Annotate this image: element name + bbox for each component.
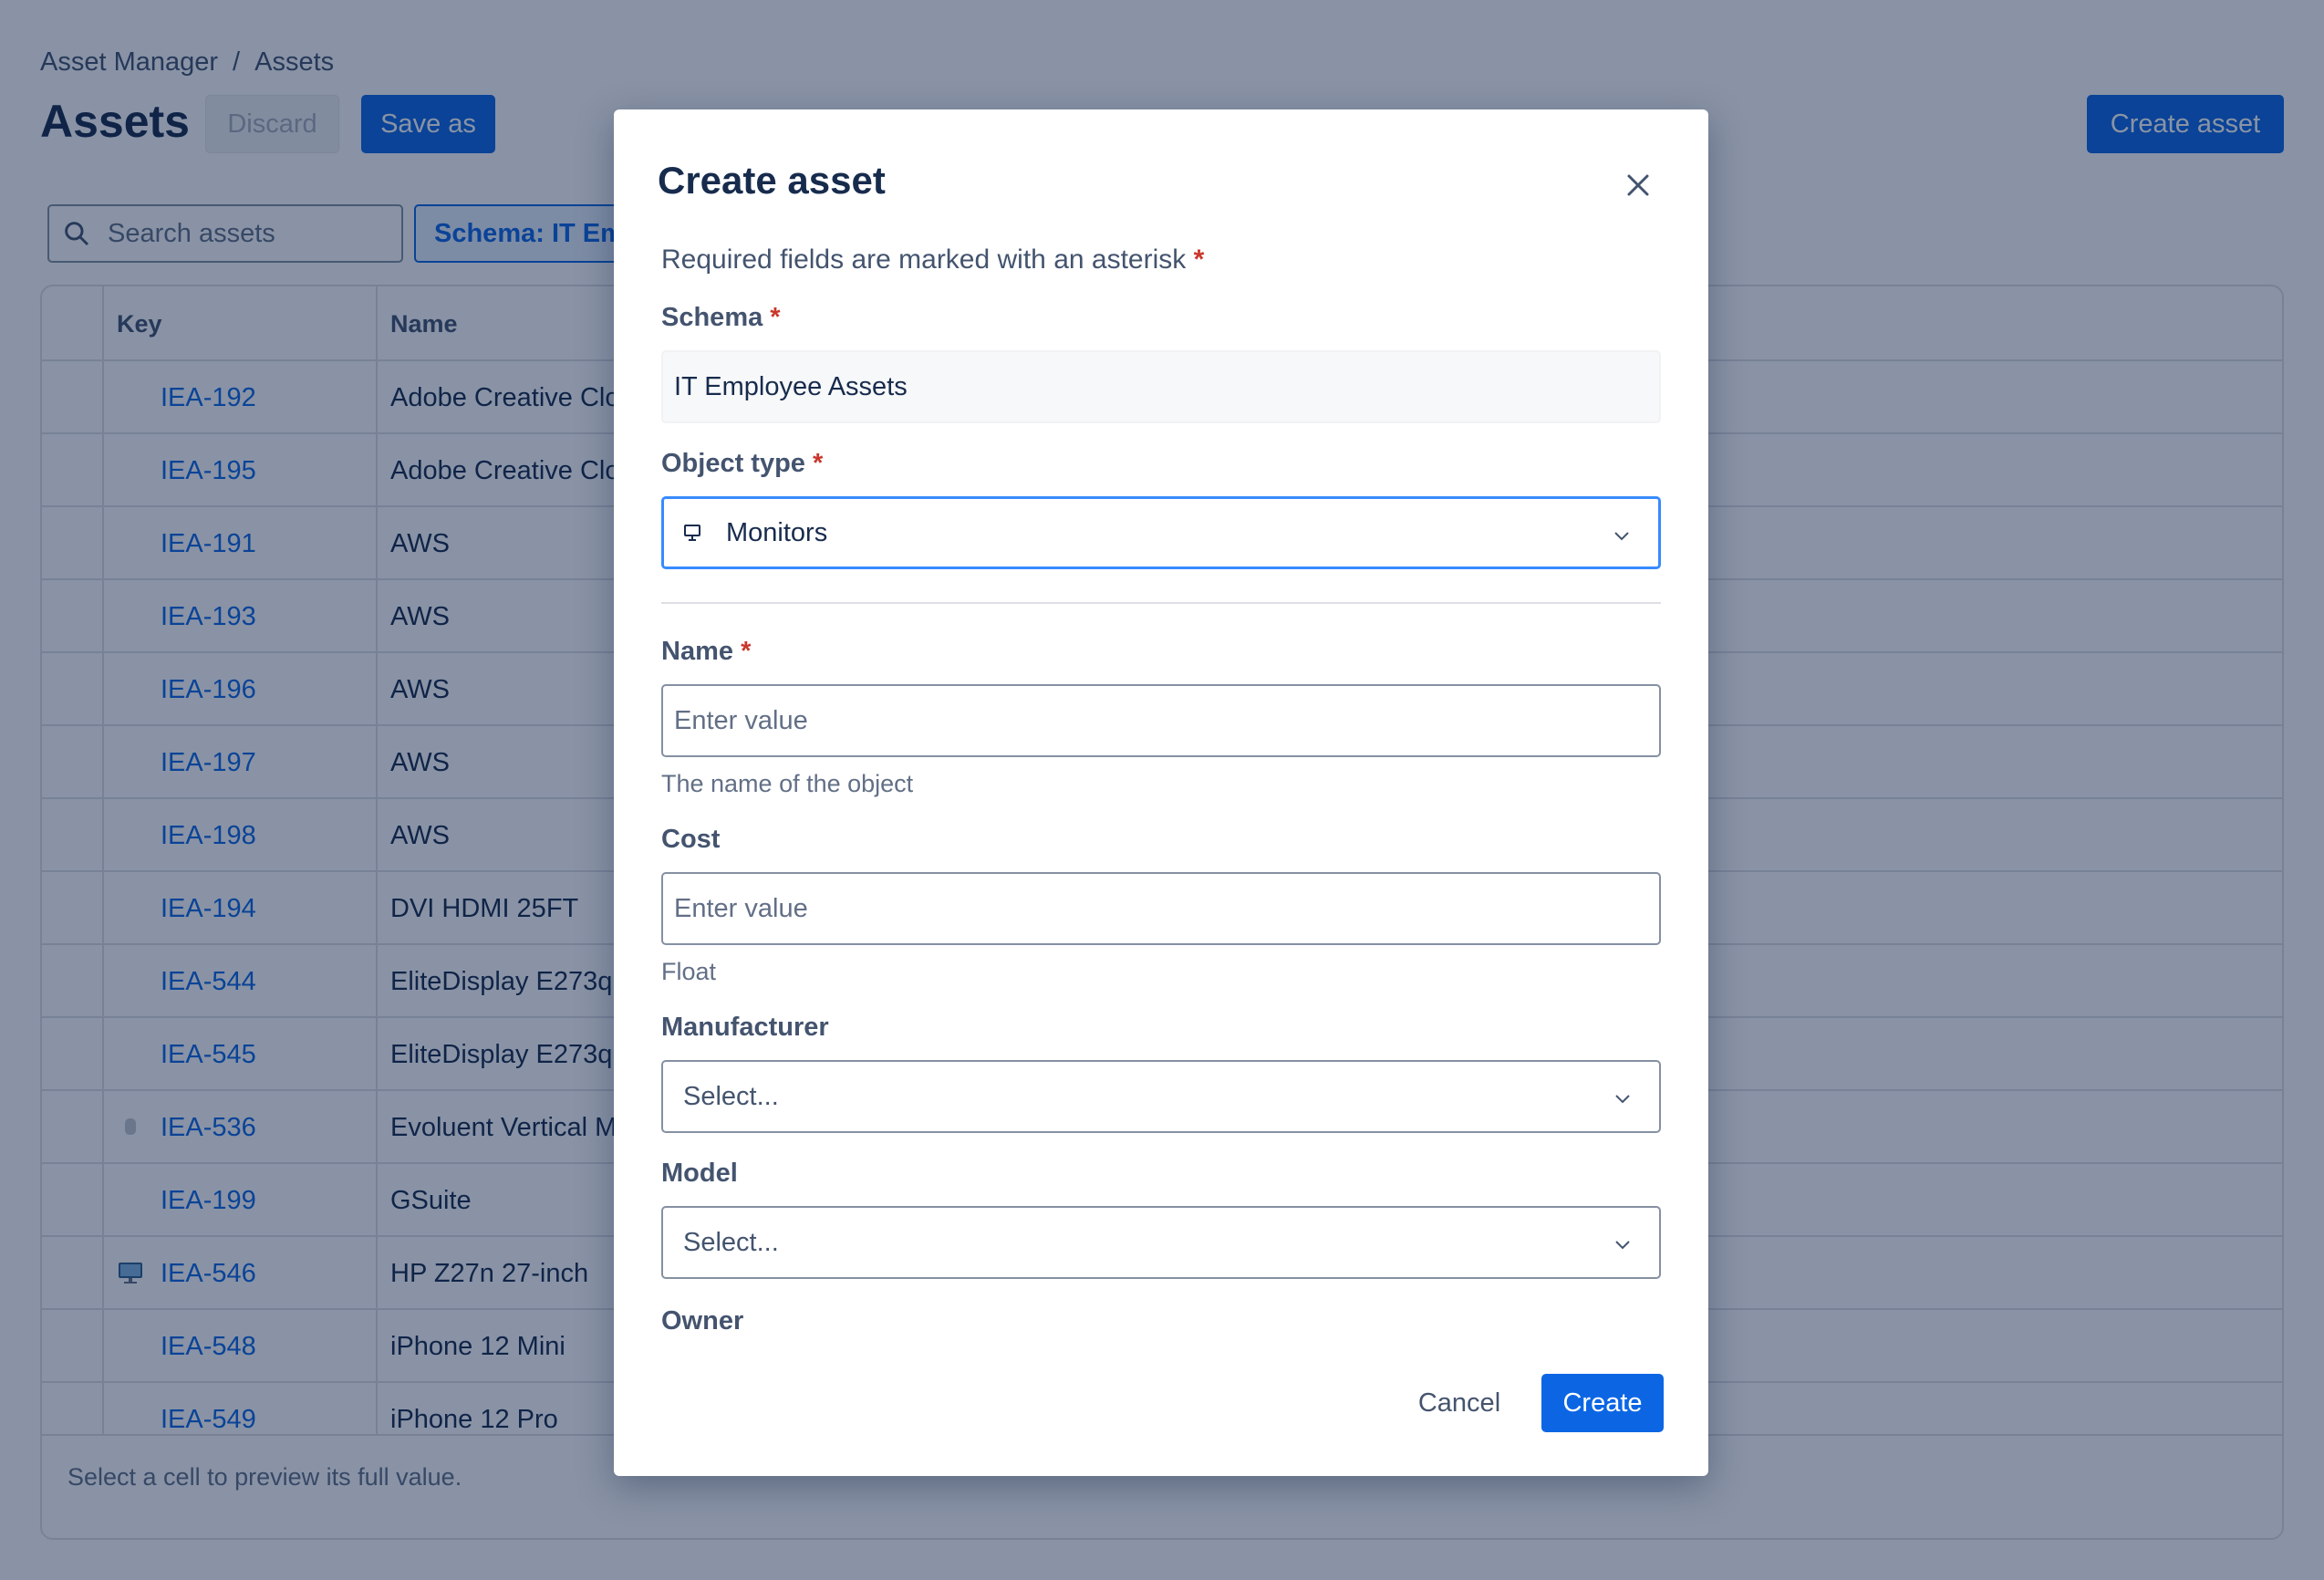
required-asterisk: * xyxy=(741,637,752,666)
schema-label-text: Schema xyxy=(661,303,763,332)
close-icon xyxy=(1627,174,1649,196)
asset-manager-app: Asset Manager / Assets Assets Discard Sa… xyxy=(0,0,2324,1580)
name-label: Name * xyxy=(661,637,751,667)
cancel-button[interactable]: Cancel xyxy=(1400,1374,1519,1432)
model-label: Model xyxy=(661,1159,738,1188)
name-label-text: Name xyxy=(661,637,733,666)
section-divider xyxy=(661,602,1661,604)
object-type-label: Object type * xyxy=(661,449,823,479)
chevron-down-icon xyxy=(1615,1241,1630,1250)
create-button[interactable]: Create xyxy=(1541,1374,1664,1432)
schema-label: Schema * xyxy=(661,303,781,333)
required-asterisk: * xyxy=(770,303,781,332)
chevron-down-icon xyxy=(1614,532,1629,541)
schema-field: IT Employee Assets xyxy=(661,350,1661,423)
model-select[interactable]: Select... xyxy=(661,1206,1661,1279)
create-asset-dialog: Create asset Required fields are marked … xyxy=(614,109,1708,1476)
cost-label: Cost xyxy=(661,825,721,854)
owner-label: Owner xyxy=(661,1306,744,1336)
model-placeholder: Select... xyxy=(683,1227,779,1257)
monitor-icon xyxy=(684,525,700,541)
object-type-select[interactable]: Monitors xyxy=(661,496,1661,569)
required-asterisk: * xyxy=(813,449,824,478)
manufacturer-placeholder: Select... xyxy=(683,1081,779,1111)
name-input[interactable]: Enter value xyxy=(661,684,1661,757)
dialog-title: Create asset xyxy=(658,159,886,202)
manufacturer-select[interactable]: Select... xyxy=(661,1060,1661,1133)
object-type-label-text: Object type xyxy=(661,449,805,478)
close-button[interactable] xyxy=(1617,164,1659,206)
manufacturer-label: Manufacturer xyxy=(661,1013,829,1042)
chevron-down-icon xyxy=(1615,1095,1630,1104)
required-asterisk: * xyxy=(1193,244,1205,275)
required-note-text: Required fields are marked with an aster… xyxy=(661,244,1187,275)
cost-helper-text: Float xyxy=(661,958,717,985)
object-type-value: Monitors xyxy=(726,517,828,547)
name-helper-text: The name of the object xyxy=(661,770,914,797)
required-fields-note: Required fields are marked with an aster… xyxy=(661,244,1204,275)
cost-input[interactable]: Enter value xyxy=(661,872,1661,945)
